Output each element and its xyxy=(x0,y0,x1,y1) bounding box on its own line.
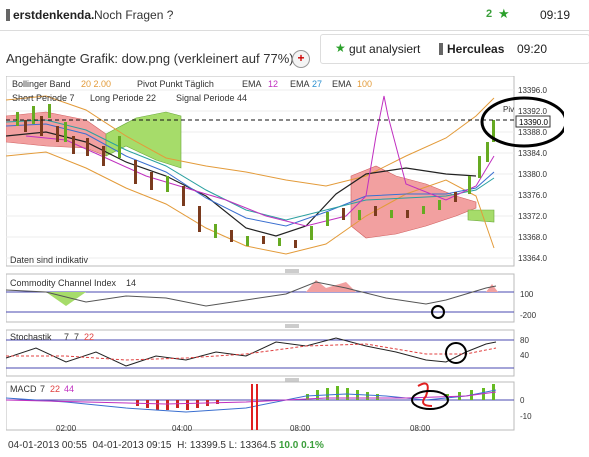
legend-signal: Signal Periode 44 xyxy=(176,93,247,103)
legend-bollinger: Bollinger Band xyxy=(12,79,71,89)
price-tick: 13392.0 xyxy=(518,107,547,116)
thread-header: erstdenkenda. Noch Fragen ? 2 ★ 09:19 xyxy=(0,0,589,31)
star-count: 2 xyxy=(486,8,493,20)
macd-p1: 7 xyxy=(40,384,45,394)
rating-label[interactable]: gut analysiert xyxy=(349,42,420,56)
star-icon: ★ xyxy=(498,6,510,21)
price-tick: 13396.0 xyxy=(518,86,547,95)
stoch-tick: 40 xyxy=(520,351,529,360)
macd-p2: 22 xyxy=(50,384,60,394)
macd-tick: -10 xyxy=(520,412,532,421)
chart-footer: 04-01-2013 00:55 04-01-2013 09:15 H: 133… xyxy=(8,440,324,451)
reply-box: ★ gut analysiert Herculeas 09:20 xyxy=(320,34,589,64)
time-tick: 02:00 xyxy=(56,424,77,433)
reply-time: 09:20 xyxy=(517,42,548,56)
price-tick: 13384.0 xyxy=(518,149,547,158)
stoch-p3: 22 xyxy=(84,332,94,342)
legend-pivot: Pivot Punkt Täglich xyxy=(137,79,214,89)
legend-ema2-val: 27 xyxy=(312,79,322,89)
stoch-label: Stochastik xyxy=(10,332,52,342)
price-tick: 13364.0 xyxy=(518,254,547,263)
legend-bollinger-params: 20 2.00 xyxy=(81,79,111,89)
price-tick: 13376.0 xyxy=(518,191,547,200)
macd-p3: 44 xyxy=(64,384,74,394)
trading-chart: Bollinger Band 20 2.00 Pivot Punkt Tägli… xyxy=(5,75,568,454)
time-tick: 08:00 xyxy=(410,424,431,433)
post-subject: Noch Fragen ? xyxy=(94,8,174,22)
pivot-tag: Piv xyxy=(503,105,514,114)
current-price: 13390.0 xyxy=(519,118,548,127)
price-tick: 13380.0 xyxy=(518,170,547,179)
legend-short: Short Periode 7 xyxy=(12,93,75,103)
price-tick: 13388.0 xyxy=(518,128,547,137)
user-bar-icon xyxy=(439,43,443,55)
cci-tick: -200 xyxy=(520,311,537,320)
legend-ema1: EMA xyxy=(242,79,262,89)
high-low: H: 13399.5 L: 13364.5 xyxy=(177,440,277,451)
legend-long: Long Periode 22 xyxy=(90,93,156,103)
legend-ema3: EMA xyxy=(332,79,352,89)
stoch-p2: 7 xyxy=(74,332,79,342)
legend-ema3-val: 100 xyxy=(357,79,372,89)
cci-tick: 100 xyxy=(520,290,534,299)
stoch-tick: 80 xyxy=(520,336,529,345)
post-time: 09:19 xyxy=(540,8,571,22)
change-value: 10.0 xyxy=(278,440,299,451)
change-pct: 0.1% xyxy=(301,440,324,451)
macd-label: MACD xyxy=(10,384,37,394)
attachment-label: Angehängte Grafik: dow.png (verkleinert … xyxy=(6,51,294,66)
price-tick: 13368.0 xyxy=(518,233,547,242)
green-star-icon: ★ xyxy=(335,41,346,55)
stoch-p1: 7 xyxy=(64,332,69,342)
time-tick: 04:00 xyxy=(172,424,193,433)
zoom-plus-icon[interactable]: + xyxy=(292,50,310,68)
legend-ema1-val: 12 xyxy=(268,79,278,89)
cci-label: Commodity Channel Index xyxy=(10,278,117,288)
time-tick: 08:00 xyxy=(290,424,311,433)
macd-tick: 0 xyxy=(520,396,525,405)
price-tick: 13372.0 xyxy=(518,212,547,221)
date-from: 04-01-2013 00:55 xyxy=(8,440,87,451)
date-to: 04-01-2013 09:15 xyxy=(92,440,172,451)
status-text: Daten sind indikativ xyxy=(10,255,89,265)
reply-username[interactable]: Herculeas xyxy=(447,42,504,56)
author-name[interactable]: erstdenkenda. xyxy=(6,8,94,22)
cci-period: 14 xyxy=(126,278,136,288)
legend-ema2: EMA xyxy=(290,79,310,89)
